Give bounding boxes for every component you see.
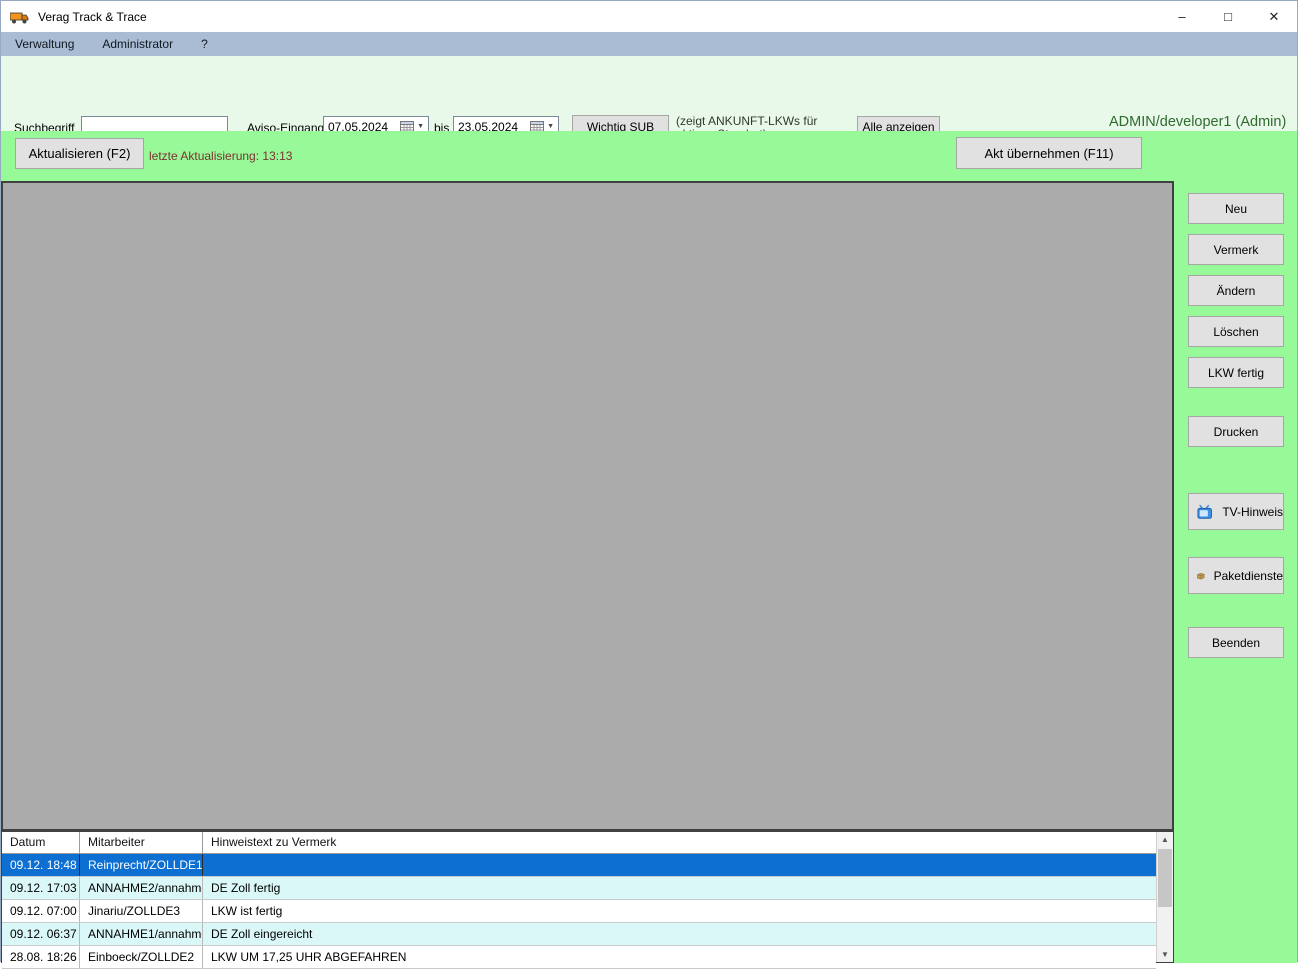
filter-panel: Suchbegriff alle Ankunft nicht eingetrof… [1,56,1297,182]
main-grid-empty [1,181,1174,831]
tv-hinweis-label: TV-Hinweis [1222,504,1283,519]
loeschen-button[interactable]: Löschen [1188,316,1284,347]
paketdienste-label: Paketdienste [1213,568,1283,583]
table-row[interactable]: 09.12. 18:48 Reinprecht/ZOLLDE1 [2,854,1156,877]
cell-hinweis: LKW ist fertig [211,904,283,918]
cell-hinweis [203,854,1156,876]
maximize-icon[interactable]: □ [1205,1,1251,32]
cell-datum: 28.08. 18:26 [2,946,80,968]
table-header: Datum Mitarbeiter Hinweistext zu Vermerk [2,832,1156,854]
lkw-fertig-button[interactable]: LKW fertig [1188,357,1284,388]
cell-datum: 09.12. 07:00 [2,900,80,922]
col-header-mitarbeiter[interactable]: Mitarbeiter [80,832,203,853]
cell-datum: 09.12. 06:37 [2,923,80,945]
beenden-button[interactable]: Beenden [1188,627,1284,658]
refresh-button[interactable]: Aktualisieren (F2) [15,138,144,169]
workspace: Neu Vermerk Ändern Löschen LKW fertig Dr… [1,179,1297,969]
scrollbar-thumb[interactable] [1158,849,1172,907]
table-row[interactable]: 09.12. 06:37 ANNAHME1/annahme1 DE Zoll e… [2,923,1156,946]
scroll-up-icon[interactable]: ▲ [1157,832,1173,847]
cell-datum: 09.12. 17:03 [2,877,80,899]
vermerk-table: Datum Mitarbeiter Hinweistext zu Vermerk… [1,831,1174,969]
neu-button[interactable]: Neu [1188,193,1284,224]
cell-hinweis: DE Zoll eingereicht [211,927,313,941]
close-icon[interactable]: ✕ [1251,1,1297,32]
tv-hinweis-button[interactable]: TV-Hinweis [1188,493,1284,530]
chevron-down-icon[interactable]: ▼ [417,123,424,130]
cell-hinweis: DE Zoll fertig [211,881,281,895]
minimize-icon[interactable]: – [1159,1,1205,32]
menu-help[interactable]: ? [187,32,222,56]
cell-mitarbeiter: Einboeck/ZOLLDE2 [80,946,203,968]
last-refresh-label: letzte Aktualisierung: 13:13 [149,149,293,163]
scroll-down-icon[interactable]: ▼ [1157,947,1173,962]
table-row[interactable]: 09.12. 17:03 ANNAHME2/annahme2 DE Zoll f… [2,877,1156,900]
package-icon [1197,572,1205,579]
action-bar: Aktualisieren (F2) letzte Aktualisierung… [1,131,1297,179]
menu-verwaltung[interactable]: Verwaltung [1,32,88,56]
menu-bar: Verwaltung Administrator ? [1,32,1297,56]
title-bar: Verag Track & Trace – □ ✕ [1,1,1297,32]
vermerk-button[interactable]: Vermerk [1188,234,1284,265]
table-scrollbar[interactable]: ▲ ▼ [1156,832,1173,962]
paketdienste-button[interactable]: Paketdienste [1188,557,1284,594]
aendern-button[interactable]: Ändern [1188,275,1284,306]
app-truck-icon [10,12,29,23]
col-header-hinweistext[interactable]: Hinweistext zu Vermerk [203,832,1156,853]
window-title: Verag Track & Trace [38,9,147,24]
takeover-button[interactable]: Akt übernehmen (F11) [956,137,1142,169]
chevron-down-icon[interactable]: ▼ [547,123,554,130]
menu-administrator[interactable]: Administrator [88,32,187,56]
cell-hinweis: LKW UM 17,25 UHR ABGEFAHREN [211,950,407,964]
table-row[interactable]: 09.12. 07:00 Jinariu/ZOLLDE3 LKW ist fer… [2,900,1156,923]
cell-mitarbeiter: ANNAHME2/annahme2 [80,877,203,899]
col-header-datum[interactable]: Datum [2,832,80,853]
cell-mitarbeiter: Jinariu/ZOLLDE3 [80,900,203,922]
table-row[interactable]: 28.08. 18:26 Einboeck/ZOLLDE2 LKW UM 17,… [2,946,1156,969]
user-name: ADMIN/developer1 (Admin) [1109,114,1287,130]
tv-icon [1197,504,1212,519]
cell-mitarbeiter: Reinprecht/ZOLLDE1 [80,854,203,876]
cell-datum: 09.12. 18:48 [2,854,80,876]
cell-mitarbeiter: ANNAHME1/annahme1 [80,923,203,945]
drucken-button[interactable]: Drucken [1188,416,1284,447]
